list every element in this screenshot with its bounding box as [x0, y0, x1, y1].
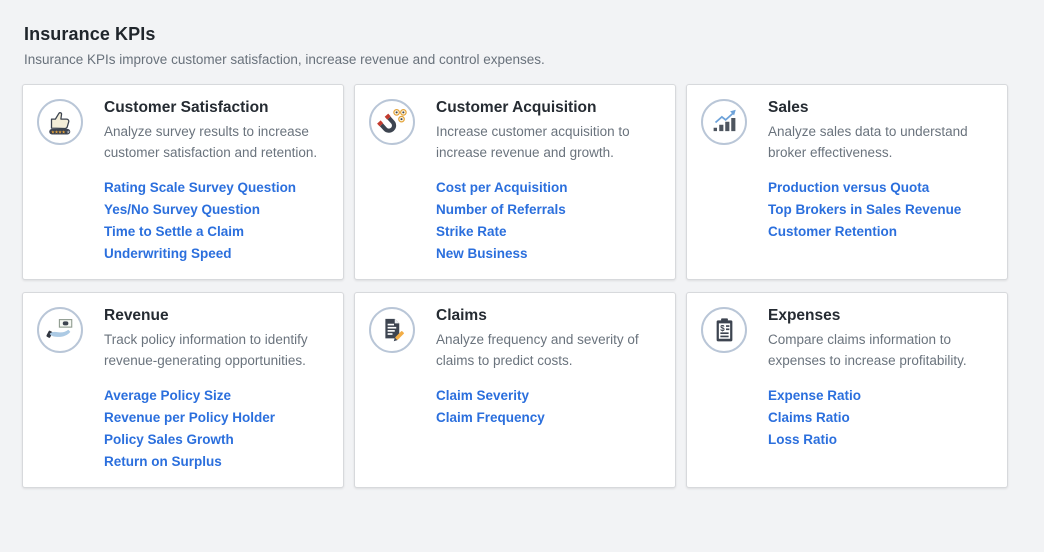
card-body: Sales Analyze sales data to understand b…: [768, 97, 993, 267]
kpi-link-production-versus-quota[interactable]: Production versus Quota: [768, 177, 929, 199]
card-body: Customer Satisfaction Analyze survey res…: [104, 97, 329, 267]
kpi-link-number-of-referrals[interactable]: Number of Referrals: [436, 199, 566, 221]
card-claims: Claims Analyze frequency and severity of…: [354, 292, 676, 488]
card-title: Sales: [768, 97, 993, 118]
kpi-link-revenue-per-policy-holder[interactable]: Revenue per Policy Holder: [104, 407, 275, 429]
card-description: Analyze sales data to understand broker …: [768, 121, 993, 163]
card-links: Average Policy SizeRevenue per Policy Ho…: [104, 385, 329, 473]
card-body: Claims Analyze frequency and severity of…: [436, 305, 661, 475]
kpi-link-claims-ratio[interactable]: Claims Ratio: [768, 407, 850, 429]
card-icon-column: [701, 97, 747, 267]
page-title: Insurance KPIs: [24, 24, 1044, 45]
svg-text:$: $: [720, 323, 725, 332]
kpi-link-cost-per-acquisition[interactable]: Cost per Acquisition: [436, 177, 568, 199]
kpi-link-new-business[interactable]: New Business: [436, 243, 528, 265]
card-links: Rating Scale Survey QuestionYes/No Surve…: [104, 177, 329, 265]
card-customer-acquisition: Customer Acquisition Increase customer a…: [354, 84, 676, 280]
bar-chart-trend-icon: [708, 106, 741, 139]
card-icon-column: ★★★★ ★: [37, 97, 83, 267]
card-title: Revenue: [104, 305, 329, 326]
icon-circle: ★★★★ ★: [37, 99, 83, 145]
kpi-link-rating-scale-survey-question[interactable]: Rating Scale Survey Question: [104, 177, 296, 199]
icon-circle: [701, 99, 747, 145]
card-description: Compare claims information to expenses t…: [768, 329, 993, 371]
card-title: Claims: [436, 305, 661, 326]
kpi-link-strike-rate[interactable]: Strike Rate: [436, 221, 507, 243]
insurance-kpis-page: Insurance KPIs Insurance KPIs improve cu…: [0, 0, 1044, 488]
icon-circle: [369, 99, 415, 145]
card-description: Analyze survey results to increase custo…: [104, 121, 329, 163]
card-title: Expenses: [768, 305, 993, 326]
icon-circle: [37, 307, 83, 353]
card-links: Production versus QuotaTop Brokers in Sa…: [768, 177, 993, 243]
kpi-link-expense-ratio[interactable]: Expense Ratio: [768, 385, 861, 407]
document-pencil-icon: [376, 314, 409, 347]
kpi-link-policy-sales-growth[interactable]: Policy Sales Growth: [104, 429, 234, 451]
card-icon-column: [37, 305, 83, 475]
kpi-link-top-brokers-in-sales-revenue[interactable]: Top Brokers in Sales Revenue: [768, 199, 961, 221]
clipboard-dollar-icon: $: [708, 314, 741, 347]
card-revenue: Revenue Track policy information to iden…: [22, 292, 344, 488]
icon-circle: [369, 307, 415, 353]
card-sales: Sales Analyze sales data to understand b…: [686, 84, 1008, 280]
card-description: Increase customer acquisition to increas…: [436, 121, 661, 163]
kpi-link-underwriting-speed[interactable]: Underwriting Speed: [104, 243, 232, 265]
svg-text:★★★★: ★★★★: [50, 129, 66, 134]
card-body: Expenses Compare claims information to e…: [768, 305, 993, 475]
thumbs-up-rating-icon: ★★★★ ★: [44, 106, 77, 139]
kpi-link-average-policy-size[interactable]: Average Policy Size: [104, 385, 231, 407]
card-links: Cost per AcquisitionNumber of ReferralsS…: [436, 177, 661, 265]
kpi-grid: ★★★★ ★ Customer Satisfaction Analyze sur…: [22, 84, 1044, 488]
card-icon-column: [369, 305, 415, 475]
page-subtitle: Insurance KPIs improve customer satisfac…: [24, 52, 1044, 67]
kpi-link-loss-ratio[interactable]: Loss Ratio: [768, 429, 837, 451]
kpi-link-claim-frequency[interactable]: Claim Frequency: [436, 407, 545, 429]
hand-holding-money-icon: [44, 314, 77, 347]
svg-text:★: ★: [66, 129, 71, 134]
card-body: Customer Acquisition Increase customer a…: [436, 97, 661, 267]
card-title: Customer Acquisition: [436, 97, 661, 118]
kpi-link-customer-retention[interactable]: Customer Retention: [768, 221, 897, 243]
card-icon-column: [369, 97, 415, 267]
card-title: Customer Satisfaction: [104, 97, 329, 118]
kpi-link-yes-no-survey-question[interactable]: Yes/No Survey Question: [104, 199, 260, 221]
icon-circle: $: [701, 307, 747, 353]
kpi-link-time-to-settle-a-claim[interactable]: Time to Settle a Claim: [104, 221, 244, 243]
card-description: Analyze frequency and severity of claims…: [436, 329, 661, 371]
card-customer-satisfaction: ★★★★ ★ Customer Satisfaction Analyze sur…: [22, 84, 344, 280]
card-links: Claim SeverityClaim Frequency: [436, 385, 661, 429]
kpi-link-claim-severity[interactable]: Claim Severity: [436, 385, 529, 407]
card-icon-column: $: [701, 305, 747, 475]
card-description: Track policy information to identify rev…: [104, 329, 329, 371]
card-body: Revenue Track policy information to iden…: [104, 305, 329, 475]
card-links: Expense RatioClaims RatioLoss Ratio: [768, 385, 993, 451]
magnet-coins-icon: [376, 106, 409, 139]
kpi-link-return-on-surplus[interactable]: Return on Surplus: [104, 451, 222, 473]
card-expenses: $ Expenses Compare claims information to…: [686, 292, 1008, 488]
